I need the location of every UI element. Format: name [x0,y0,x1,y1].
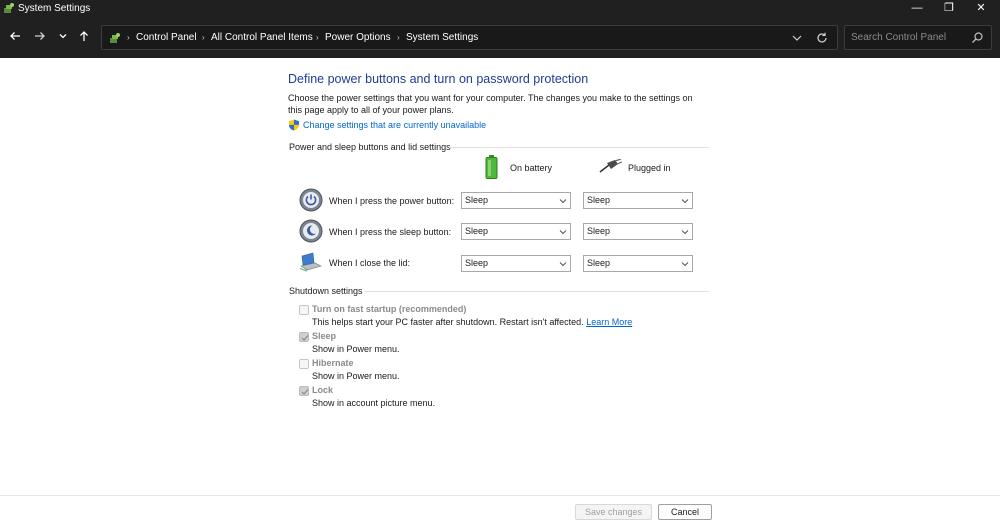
sleep-checkbox[interactable] [299,332,309,342]
power-button-row-label: When I press the power button: [329,196,455,206]
control-panel-icon [110,33,120,43]
laptop-lid-icon [300,252,322,272]
breadcrumb-all-items[interactable]: All Control Panel Items [211,26,313,49]
up-button[interactable] [74,28,94,46]
hibernate-checkbox[interactable] [299,359,309,369]
refresh-icon[interactable] [815,31,829,45]
minimize-button[interactable]: — [900,0,934,18]
search-icon[interactable] [971,31,984,44]
select-value: Sleep [465,195,489,205]
on-battery-column-header: On battery [482,155,572,181]
battery-icon [485,155,498,179]
power-button-battery-select[interactable]: Sleep [461,192,571,209]
sleep-title: Sleep [312,331,337,341]
plugged-in-column-header: Plugged in [599,155,689,181]
plugged-in-label: Plugged in [628,163,671,173]
select-value: Sleep [587,195,611,205]
chevron-down-icon [681,199,689,204]
up-arrow-icon [80,31,88,41]
search-input[interactable] [851,30,966,45]
change-settings-link-label[interactable]: Change settings that are currently unava… [303,120,486,130]
recent-locations-button[interactable] [53,28,73,46]
sleep-button-row-label: When I press the sleep button: [329,227,452,237]
close-lid-battery-select[interactable]: Sleep [461,255,571,272]
uac-shield-icon [289,119,299,131]
navigation-bar: › Control Panel › All Control Panel Item… [0,18,1000,58]
chevron-down-icon [559,230,567,235]
back-button[interactable] [5,28,25,46]
section-divider [365,291,709,292]
back-arrow-icon [10,32,20,40]
breadcrumb-separator: › [397,33,400,42]
chevron-down-icon [681,262,689,267]
chevron-down-icon [681,230,689,235]
sleep-button-plugged-select[interactable]: Sleep [583,223,693,240]
maximize-button[interactable]: ❐ [932,0,966,18]
on-battery-label: On battery [510,163,553,173]
fast-startup-desc-text: This helps start your PC faster after sh… [312,317,584,327]
hibernate-description: Show in Power menu. [312,371,400,381]
page-description: Choose the power settings that you want … [288,93,693,115]
forward-button[interactable] [30,28,50,46]
hibernate-title: Hibernate [312,358,354,368]
power-button-plugged-select[interactable]: Sleep [583,192,693,209]
sleep-button-icon [299,219,323,243]
select-value: Sleep [587,258,611,268]
close-lid-plugged-select[interactable]: Sleep [583,255,693,272]
fast-startup-title: Turn on fast startup (recommended) [312,304,467,314]
address-bar[interactable]: › Control Panel › All Control Panel Item… [101,25,838,50]
page-title: Define power buttons and turn on passwor… [288,72,589,86]
power-plug-icon [599,159,623,173]
select-value: Sleep [465,258,489,268]
forward-arrow-icon [35,32,45,40]
select-value: Sleep [465,226,489,236]
chevron-down-icon [59,34,67,39]
breadcrumb-system-settings[interactable]: System Settings [406,26,478,49]
footer-bar: Save changes Cancel [0,495,1000,525]
title-bar: System Settings — ❐ ✕ [0,0,1000,18]
lock-checkbox[interactable] [299,386,309,396]
address-dropdown-icon[interactable] [790,32,804,44]
power-section-header: Power and sleep buttons and lid settings [289,142,451,152]
sleep-button-battery-select[interactable]: Sleep [461,223,571,240]
fast-startup-checkbox[interactable] [299,305,309,315]
breadcrumb-separator: › [202,33,205,42]
chevron-down-icon [559,199,567,204]
chevron-down-icon [559,262,567,267]
close-button[interactable]: ✕ [964,0,998,18]
select-value: Sleep [587,226,611,236]
lock-description: Show in account picture menu. [312,398,436,408]
main-content: Define power buttons and turn on passwor… [0,58,1000,495]
checkmark-icon [301,335,309,341]
fast-startup-description: This helps start your PC faster after sh… [312,317,632,327]
close-lid-row-label: When I close the lid: [329,258,411,268]
breadcrumb-control-panel[interactable]: Control Panel [136,26,197,49]
section-divider [449,147,709,148]
lock-title: Lock [312,385,334,395]
power-button-icon [299,188,323,212]
sleep-description: Show in Power menu. [312,344,400,354]
save-changes-button[interactable]: Save changes [575,504,652,520]
shutdown-section-header: Shutdown settings [289,286,363,296]
breadcrumb-separator: › [127,33,130,42]
power-options-app-icon [4,3,14,13]
search-box[interactable] [844,25,992,50]
window-title: System Settings [18,3,91,14]
breadcrumb-separator: › [316,33,319,42]
cancel-button[interactable]: Cancel [658,504,712,520]
checkmark-icon [301,389,309,395]
learn-more-link[interactable]: Learn More [586,317,632,327]
breadcrumb-power-options[interactable]: Power Options [325,26,391,49]
